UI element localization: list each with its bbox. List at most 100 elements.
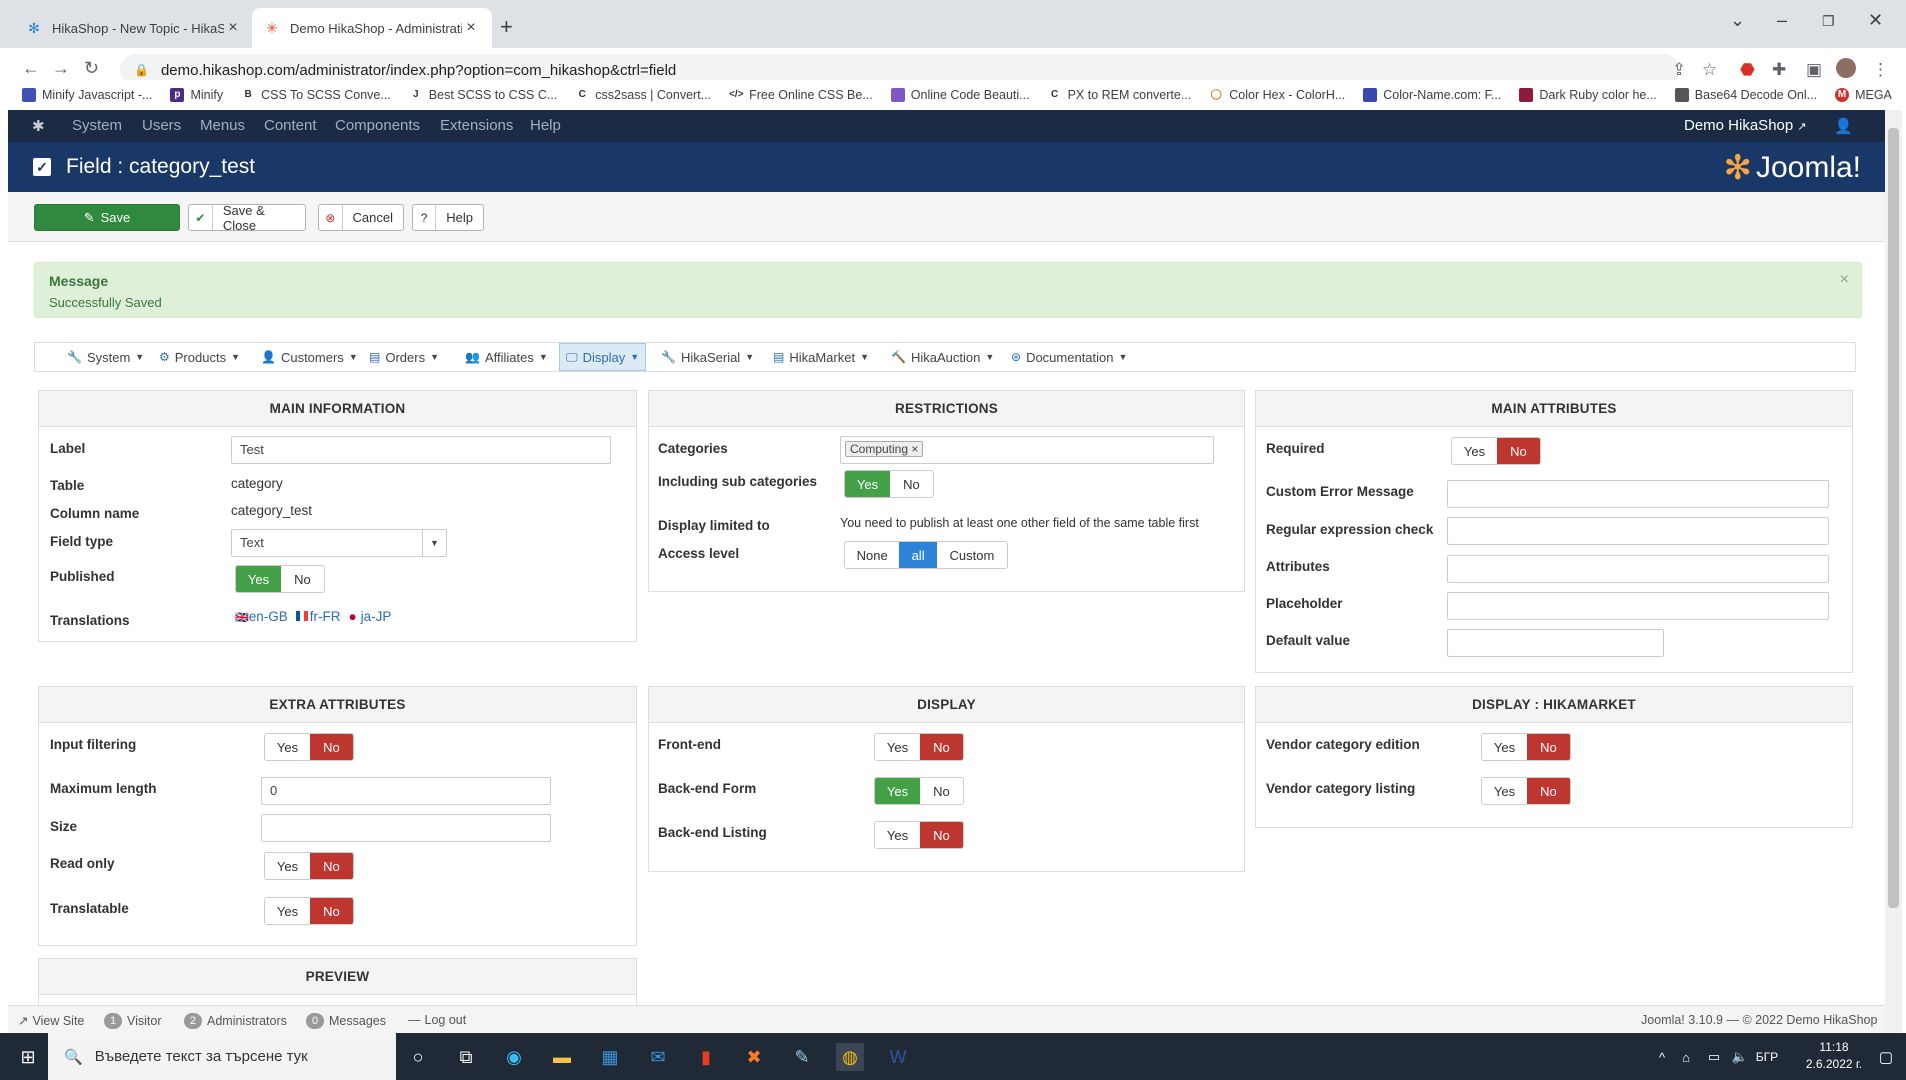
no-option[interactable]: No (280, 566, 324, 592)
bookmark-item[interactable]: M MEGA (1835, 88, 1892, 102)
menu-help[interactable]: Help (530, 117, 561, 134)
menu-users[interactable]: Users (142, 117, 181, 134)
profile-avatar[interactable] (1836, 58, 1856, 78)
extensions-icon[interactable]: ✚ (1772, 60, 1786, 80)
file-explorer-icon[interactable]: ▬ (548, 1043, 576, 1071)
access-custom[interactable]: Custom (936, 542, 1007, 568)
subcategories-toggle[interactable]: Yes No (844, 470, 934, 498)
user-menu-icon[interactable]: 👤 (1834, 117, 1853, 135)
bookmark-item[interactable]: Online Code Beauti... (890, 88, 1030, 102)
notepad-icon[interactable]: ✎ (788, 1043, 816, 1071)
forward-icon[interactable]: → (52, 58, 70, 79)
browser-tab-2[interactable]: ✳ Demo HikaShop - Administration × (252, 8, 492, 48)
menu-content[interactable]: Content (264, 117, 317, 134)
taskbar-search[interactable]: 🔍 Въведете текст за търсене тук (48, 1033, 396, 1080)
restore-button[interactable]: ❐ (1822, 13, 1835, 30)
bookmark-item[interactable]: Minify Javascript -... (22, 88, 152, 102)
bookmark-item[interactable]: Color-Name.com: F... (1363, 88, 1501, 102)
menu-menus[interactable]: Menus (200, 117, 245, 134)
yes-option[interactable]: Yes (875, 822, 920, 848)
bookmark-item[interactable]: </> Free Online CSS Be... (729, 88, 873, 102)
share-icon[interactable]: ⇪ (1672, 60, 1686, 80)
no-option[interactable]: No (919, 822, 963, 848)
site-link[interactable]: Demo HikaShop ↗ (1684, 117, 1807, 134)
edge-icon[interactable]: ◉ (500, 1043, 528, 1071)
categories-input[interactable]: Computing × (840, 436, 1214, 464)
volume-icon[interactable]: 🔈 (1726, 1043, 1754, 1071)
vendor-edition-toggle[interactable]: Yes No (1481, 733, 1571, 761)
logout-link[interactable]: — Log out (408, 1013, 466, 1027)
access-none[interactable]: None (845, 542, 900, 568)
close-message-icon[interactable]: × (1840, 271, 1849, 289)
bookmark-item[interactable]: p Minify (170, 88, 223, 102)
menu-components[interactable]: Components (335, 117, 420, 134)
office-icon[interactable]: ▮ (692, 1043, 720, 1071)
bookmark-item[interactable]: Ccss2sass | Convert... (575, 88, 711, 102)
bookmark-item[interactable]: ◯ Color Hex - ColorH... (1209, 88, 1345, 102)
back-icon[interactable]: ← (22, 58, 40, 79)
mail-icon[interactable]: ✉ (644, 1043, 672, 1071)
yes-option[interactable]: Yes (1482, 778, 1527, 804)
hika-menu-products[interactable]: ⚙ Products ▼ (153, 343, 246, 371)
no-option[interactable]: No (1526, 778, 1570, 804)
menu-dots-icon[interactable]: ⋮ (1872, 60, 1889, 80)
bookmark-item[interactable]: Base64 Decode Onl... (1674, 88, 1817, 102)
hika-menu-orders[interactable]: ▤ Orders ▼ (363, 343, 445, 371)
yes-option[interactable]: Yes (265, 898, 310, 924)
size-input[interactable] (261, 814, 551, 842)
required-toggle[interactable]: Yes No (1451, 437, 1541, 465)
windows-start-icon[interactable]: ⊞ (14, 1043, 42, 1071)
backend-listing-toggle[interactable]: Yes No (874, 821, 964, 849)
save-close-button[interactable]: ✔ Save & Close (188, 203, 306, 233)
close-tab-icon[interactable]: × (462, 19, 480, 37)
label-input[interactable]: Test (231, 436, 611, 464)
yes-option[interactable]: Yes (1452, 438, 1497, 464)
adblock-icon[interactable]: ⬣ (1740, 60, 1755, 80)
hika-menu-system[interactable]: 🔧 System ▼ (61, 343, 150, 371)
visitor-count[interactable]: 1 Visitor (104, 1013, 162, 1029)
word-icon[interactable]: W (884, 1043, 912, 1071)
language-indicator[interactable]: БГР (1752, 1043, 1782, 1071)
hika-menu-hikamarket[interactable]: ▤ HikaMarket ▼ (767, 343, 875, 371)
no-option[interactable]: No (919, 734, 963, 760)
translation-ja[interactable]: ● ja-JP (348, 609, 391, 624)
cancel-button[interactable]: ⊗ Cancel (318, 204, 404, 231)
backend-form-toggle[interactable]: Yes No (874, 777, 964, 805)
hika-menu-documentation[interactable]: ⊛ Documentation ▼ (1005, 343, 1133, 371)
bookmark-item[interactable]: B CSS To SCSS Conve... (241, 88, 391, 102)
translation-fr[interactable]: fr-FR (295, 609, 340, 624)
help-button[interactable]: ? Help (412, 204, 484, 231)
scrollbar-thumb[interactable] (1888, 128, 1899, 908)
menu-extensions[interactable]: Extensions (440, 117, 513, 134)
no-option[interactable]: No (309, 898, 353, 924)
reload-icon[interactable]: ↻ (84, 58, 99, 79)
close-tab-icon[interactable]: × (224, 19, 242, 37)
vendor-listing-toggle[interactable]: Yes No (1481, 777, 1571, 805)
menu-system[interactable]: System (72, 117, 122, 134)
bookmark-item[interactable]: Dark Ruby color he... (1519, 88, 1657, 102)
save-button[interactable]: ✎ Save (34, 204, 180, 231)
remove-tag-icon[interactable]: × (911, 442, 918, 456)
yes-option[interactable]: Yes (265, 853, 310, 879)
no-option[interactable]: No (1496, 438, 1540, 464)
cortana-icon[interactable]: ○ (404, 1043, 432, 1071)
default-value-input[interactable] (1447, 629, 1664, 657)
hika-menu-affiliates[interactable]: 👥 Affiliates ▼ (459, 343, 554, 371)
custom-error-input[interactable] (1447, 480, 1829, 508)
no-option[interactable]: No (919, 778, 963, 804)
page-scrollbar[interactable] (1885, 110, 1902, 1033)
no-option[interactable]: No (889, 471, 933, 497)
store-icon[interactable]: ▦ (596, 1043, 624, 1071)
bookmark-item[interactable]: J Best SCSS to CSS C... (408, 88, 557, 102)
hika-menu-hikaauction[interactable]: 🔨 HikaAuction ▼ (885, 343, 1000, 371)
chrome-icon[interactable]: ◍ (836, 1043, 864, 1071)
hika-menu-display[interactable]: 🖵 Display ▼ (559, 343, 647, 371)
joomla-logo-icon[interactable]: ✱ (32, 117, 45, 135)
yes-option[interactable]: Yes (236, 566, 281, 592)
yes-option[interactable]: Yes (265, 734, 310, 760)
minimize-button[interactable]: – (1777, 10, 1787, 31)
new-tab-button[interactable]: + (500, 14, 513, 40)
bookmark-star-icon[interactable]: ☆ (1702, 60, 1717, 80)
monitor-icon[interactable]: ▭ (1700, 1043, 1728, 1071)
clock[interactable]: 11:18 2.6.2022 г. (1796, 1039, 1872, 1073)
